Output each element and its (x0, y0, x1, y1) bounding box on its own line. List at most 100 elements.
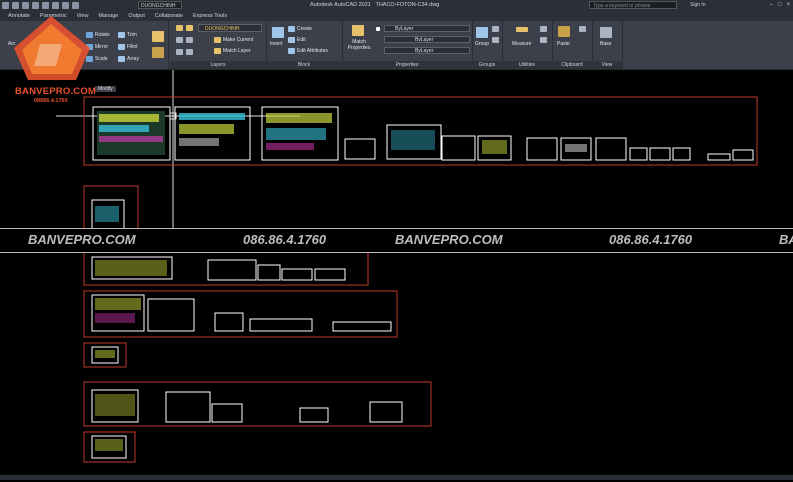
edit-attributes-icon (288, 48, 295, 54)
drawing-sheet[interactable] (441, 135, 476, 161)
file-name: THACO-FOTON-C34.dwg (375, 2, 440, 8)
undo-icon[interactable] (52, 2, 59, 9)
layer-lock-icon[interactable] (186, 49, 193, 55)
layer-isolate-icon[interactable] (186, 37, 193, 43)
properties-panel-title[interactable]: Properties (342, 61, 472, 69)
drawing-sheet[interactable] (672, 147, 691, 161)
layer-off-icon[interactable] (176, 37, 183, 43)
match-properties-icon[interactable] (352, 25, 364, 36)
explode-icon[interactable] (152, 47, 164, 58)
insert-button[interactable]: Insert (270, 41, 283, 47)
linetype-dropdown[interactable]: ByLayer (384, 47, 470, 54)
new-icon[interactable] (2, 2, 9, 9)
paste-icon[interactable] (558, 26, 570, 37)
utilities-panel-title[interactable]: Utilities (502, 61, 552, 69)
maximize-button[interactable]: □ (778, 2, 782, 8)
quick-access-toolbar (2, 1, 79, 10)
ribbon-tabs: Annotate Parametric View Manage Output C… (0, 11, 793, 21)
close-button[interactable]: × (786, 2, 790, 8)
measure-icon[interactable] (516, 27, 528, 32)
group-icon[interactable] (476, 27, 488, 38)
lightbulb-icon[interactable] (186, 25, 193, 31)
drawing-sheet[interactable] (211, 403, 243, 423)
groups-panel: Group Groups (472, 21, 503, 69)
drawing-sheet[interactable] (526, 137, 558, 161)
drawing-sheet[interactable] (649, 147, 671, 161)
redo-icon[interactable] (62, 2, 69, 9)
layer-freeze-icon[interactable] (176, 49, 183, 55)
array-button[interactable]: Array (118, 56, 139, 62)
open-icon[interactable] (12, 2, 19, 9)
fillet-button[interactable]: Fillet (118, 44, 138, 50)
window-controls: – □ × (770, 2, 790, 8)
drawing-canvas[interactable] (0, 70, 793, 480)
lineweight-dropdown[interactable]: ByLayer (384, 36, 470, 43)
tab-collaborate[interactable]: Collaborate (155, 13, 183, 19)
tab-output[interactable]: Output (128, 13, 145, 19)
drawing-sheet[interactable] (314, 268, 346, 281)
calculator-icon[interactable] (540, 26, 547, 32)
layer-current-dropdown[interactable]: DUONGCHINH (198, 24, 262, 32)
drawing-sheet[interactable] (332, 321, 392, 332)
drawing-sheet[interactable] (732, 149, 754, 161)
layers-panel-title[interactable]: Layers (170, 61, 266, 69)
base-view-icon[interactable] (600, 27, 612, 38)
drawing-sheet[interactable] (369, 401, 403, 423)
tab-express-tools[interactable]: Express Tools (193, 13, 227, 19)
drawing-sheet[interactable] (207, 259, 257, 281)
model-space[interactable] (0, 70, 793, 480)
clipboard-panel-title[interactable]: Clipboard (552, 61, 592, 69)
block-panel-title[interactable]: Block (266, 61, 342, 69)
drawing-sheet[interactable] (281, 268, 313, 281)
plot-icon[interactable] (42, 2, 49, 9)
drawing-sheet[interactable] (299, 407, 329, 423)
view-panel: Base View (592, 21, 623, 69)
create-block-icon (288, 26, 295, 32)
layer-dropdown[interactable]: DUONGCHINH (138, 1, 182, 9)
edit-block-icon (288, 37, 295, 43)
edit-attributes-button[interactable]: Edit Attributes (288, 48, 328, 54)
search-input[interactable]: Type a keyword or phrase (589, 1, 677, 9)
layer-properties-icon[interactable] (176, 25, 183, 31)
drawing-sheet[interactable] (147, 298, 195, 332)
erase-icon[interactable] (152, 31, 164, 42)
make-current-button[interactable]: Make Current (214, 37, 253, 43)
drawing-sheet[interactable] (165, 391, 211, 423)
watermark-site: BANVEPRO.COM (395, 232, 503, 247)
match-properties-button[interactable]: Match Properties (345, 39, 373, 51)
drawing-sheet[interactable] (595, 137, 627, 161)
drawing-sheet[interactable] (629, 147, 648, 161)
view-panel-title[interactable]: View (592, 61, 622, 69)
edit-block-button[interactable]: Edit (288, 37, 306, 43)
trim-button[interactable]: Trim (118, 32, 137, 38)
drawing-sheet[interactable] (249, 318, 313, 332)
watermark-site: BANVEPRO.COM (779, 232, 793, 247)
measure-button[interactable]: Measure (512, 41, 531, 47)
quick-select-icon[interactable] (540, 37, 547, 43)
copy-clip-icon[interactable] (579, 26, 586, 32)
sign-in-button[interactable]: Sign In (690, 2, 706, 8)
drawing-sheet[interactable] (707, 153, 731, 161)
group-edit-icon[interactable] (492, 37, 499, 43)
fillet-icon (118, 44, 125, 50)
save-as-icon[interactable] (32, 2, 39, 9)
create-block-button[interactable]: Create (288, 26, 312, 32)
drawing-sheet[interactable] (344, 138, 376, 160)
window-title: Autodesk AutoCAD 2021 THACO-FOTON-C34.dw… (310, 2, 439, 8)
paste-button[interactable]: Paste (557, 41, 570, 47)
base-view-button[interactable]: Base (600, 41, 611, 47)
share-icon[interactable] (72, 2, 79, 9)
save-icon[interactable] (22, 2, 29, 9)
drawing-sheet[interactable] (257, 264, 281, 281)
insert-icon[interactable] (272, 27, 284, 38)
array-icon (118, 56, 125, 62)
drawing-sheet[interactable] (214, 312, 244, 332)
red-frame-6 (83, 381, 432, 427)
groups-panel-title[interactable]: Groups (472, 61, 502, 69)
color-dropdown[interactable]: ByLayer (384, 25, 470, 32)
ungroup-icon[interactable] (492, 26, 499, 32)
match-layer-button[interactable]: Match Layer (214, 48, 251, 54)
group-button[interactable]: Group (475, 41, 489, 47)
watermark-site: BANVEPRO.COM (28, 232, 136, 247)
minimize-button[interactable]: – (770, 2, 773, 8)
